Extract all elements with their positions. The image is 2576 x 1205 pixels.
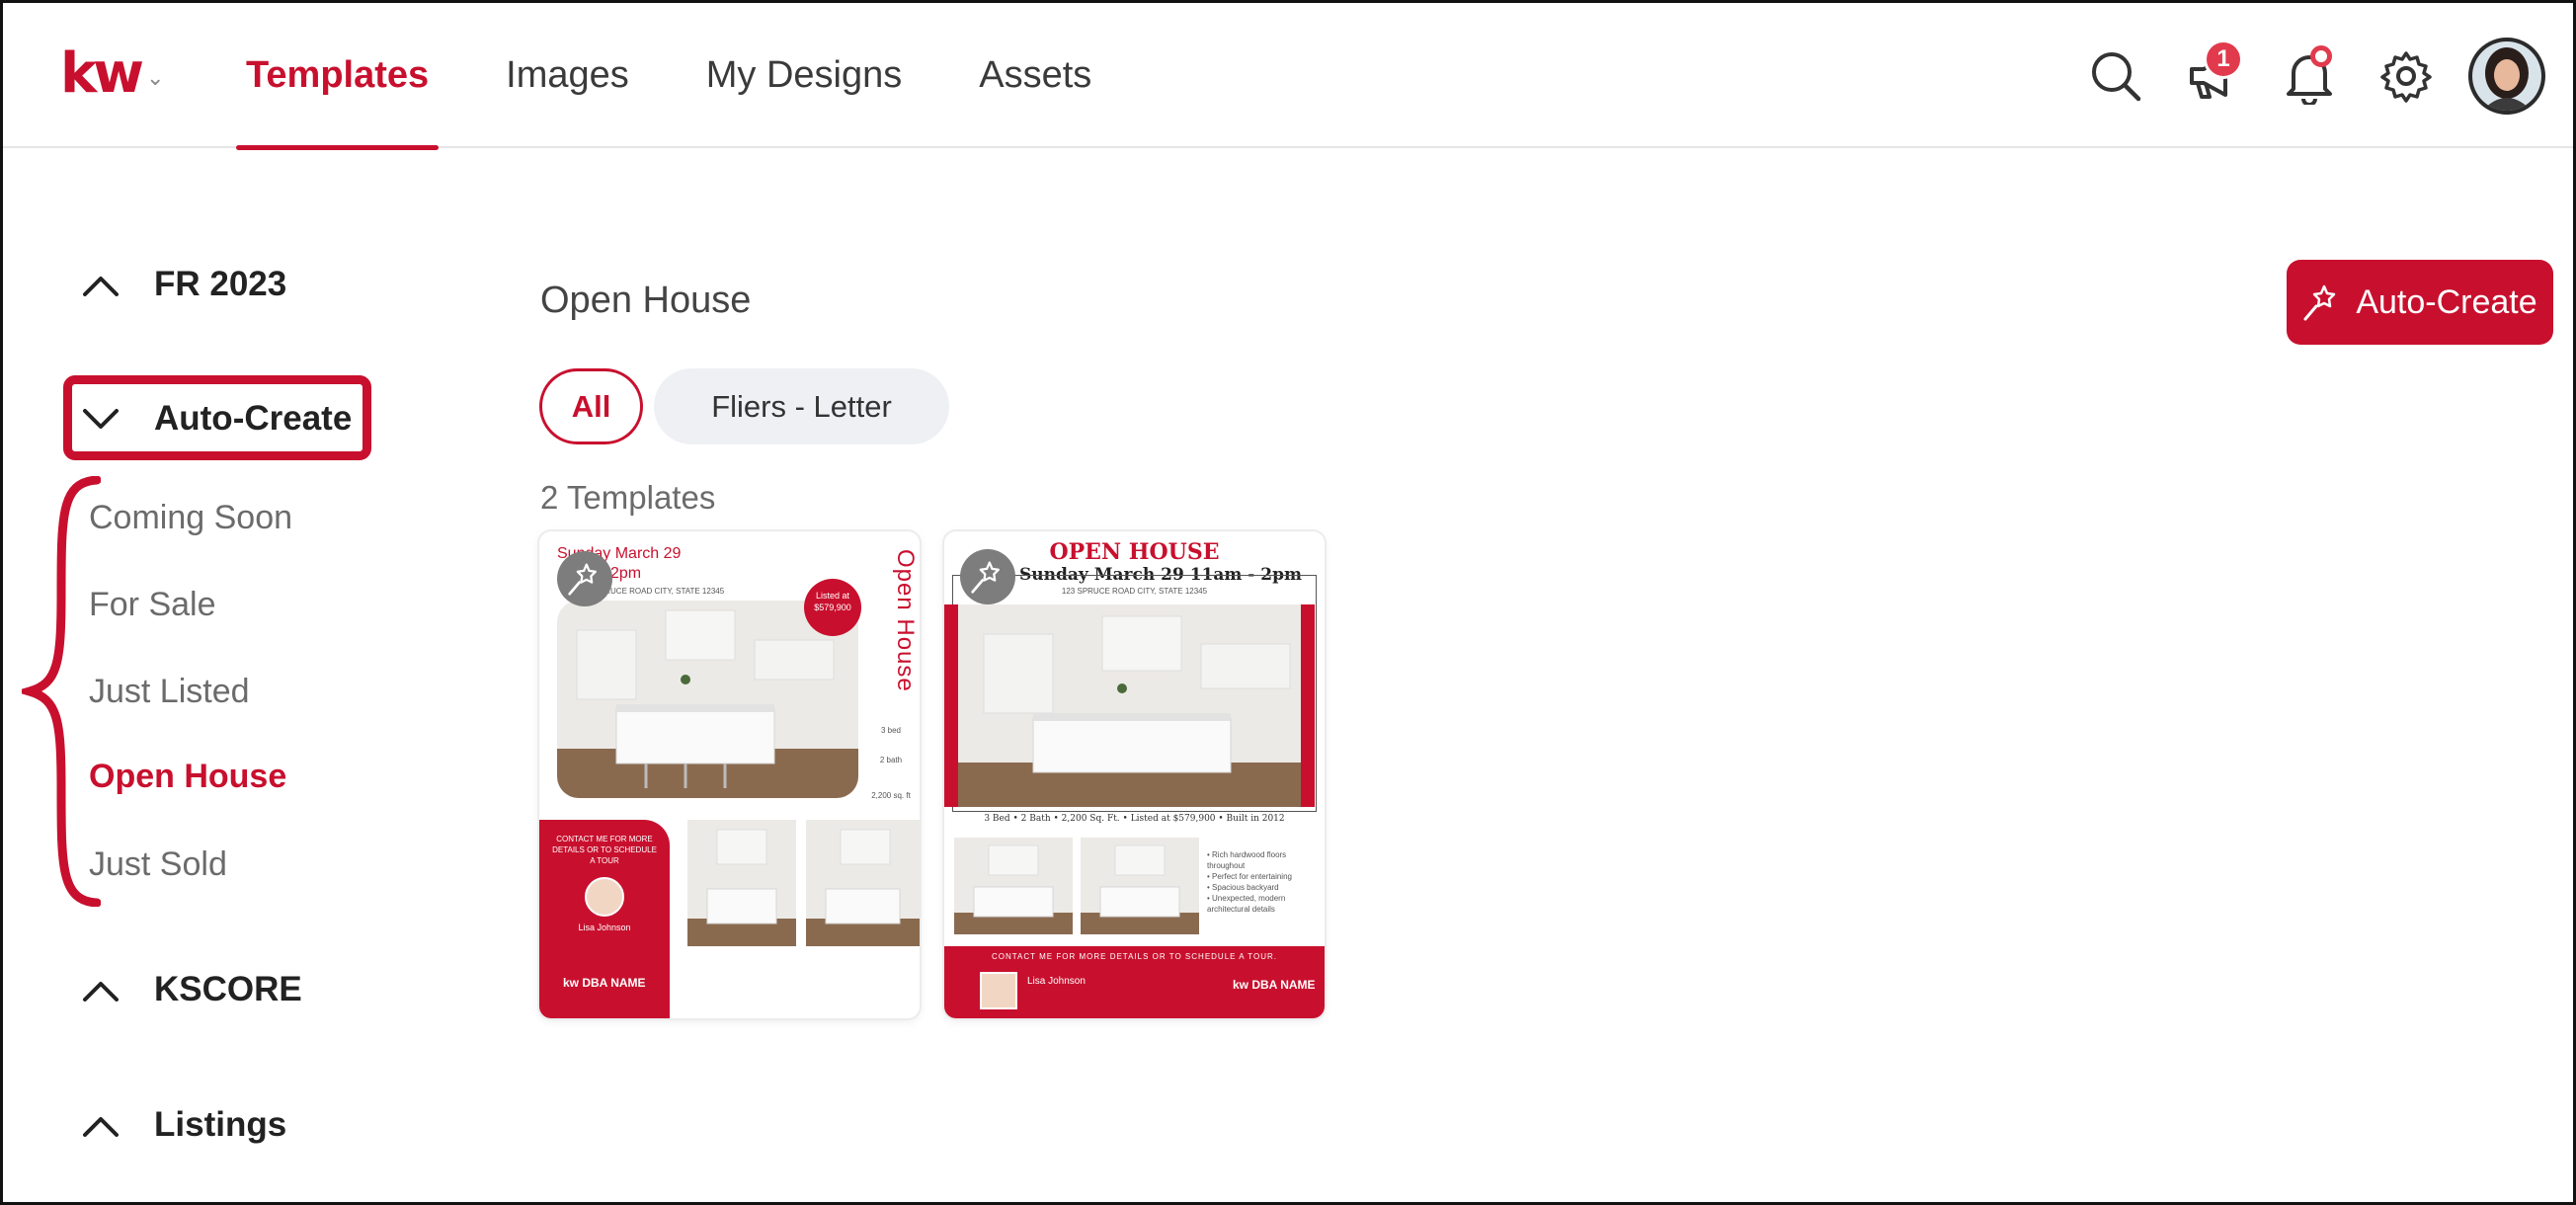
auto-create-button[interactable]: Auto-Create — [2287, 260, 2553, 345]
magic-wand-icon — [960, 549, 1015, 604]
kitchen-photo — [944, 604, 1315, 807]
sidebar-group-label: KSCORE — [154, 970, 302, 1008]
filter-chip-all[interactable]: All — [539, 368, 643, 444]
agent-name: Lisa Johnson — [578, 923, 631, 932]
feature-bullet: • Rich hardwood floors throughout — [1207, 850, 1287, 870]
sidebar-item-coming-soon[interactable]: Coming Soon — [89, 499, 292, 537]
chevron-down-icon: ⌄ — [145, 65, 165, 90]
header-actions: 1 — [2081, 3, 2573, 148]
user-avatar[interactable] — [2468, 37, 2545, 115]
sidebar-group-listings[interactable]: Listings — [81, 1105, 286, 1145]
filter-chip-fliers-letter[interactable]: Fliers - Letter — [654, 368, 949, 444]
kitchen-photo-small — [954, 838, 1073, 934]
contact-panel: CONTACT ME FOR MORE DETAILS OR TO SCHEDU… — [539, 820, 670, 1018]
sqft-label: 2,200 sq. ft — [871, 791, 911, 800]
notification-dot — [2310, 44, 2332, 67]
template-count: 2 Templates — [540, 479, 716, 516]
chevron-up-icon — [83, 277, 119, 296]
price-badge: Listed at $579,900 — [804, 579, 861, 636]
features-list: • Rich hardwood floors throughout • Perf… — [1207, 849, 1321, 915]
tab-images[interactable]: Images — [496, 3, 639, 148]
contact-bar: CONTACT ME FOR MORE DETAILS OR TO SCHEDU… — [944, 946, 1325, 1018]
price-badge-value: $579,900 — [814, 602, 851, 612]
kitchen-photo-small — [1081, 838, 1199, 934]
chevron-up-icon — [83, 982, 119, 1002]
baths-label: 2 bath — [879, 756, 903, 764]
feature-bullet: • Unexpected, modern architectural detai… — [1207, 894, 1286, 914]
agent-photo — [585, 877, 624, 917]
kw-logo-menu[interactable]: kw ⌄ — [60, 44, 164, 104]
chevron-down-icon — [83, 409, 119, 429]
sidebar-item-just-listed[interactable]: Just Listed — [89, 673, 250, 711]
sidebar-item-open-house[interactable]: Open House — [89, 758, 286, 796]
feature-bullet: • Perfect for entertaining — [1207, 872, 1292, 881]
gear-icon[interactable] — [2372, 41, 2441, 111]
sidebar-group-label: Listings — [154, 1105, 287, 1144]
main-nav: Templates Images My Designs Assets — [236, 3, 1159, 150]
template-card-1[interactable]: Sunday March 29 2pm 123 SPRUCE ROAD CITY… — [539, 531, 920, 1018]
sidebar-group-label: Auto-Create — [154, 399, 353, 438]
top-header: kw ⌄ Templates Images My Designs Assets … — [3, 3, 2573, 150]
bell-icon[interactable] — [2275, 41, 2344, 111]
kitchen-photo-small — [687, 820, 796, 946]
sidebar-item-just-sold[interactable]: Just Sold — [89, 845, 227, 884]
contact-text: CONTACT ME FOR MORE DETAILS OR TO SCHEDU… — [552, 835, 657, 865]
agent-photo — [980, 972, 1017, 1009]
contact-text: CONTACT ME FOR MORE DETAILS OR TO SCHEDU… — [991, 952, 1277, 961]
search-icon[interactable] — [2081, 41, 2150, 111]
beds-label: 3 bed — [880, 726, 902, 735]
tab-assets[interactable]: Assets — [969, 3, 1101, 148]
brand-name: kw DBA NAME — [563, 976, 646, 990]
price-badge-label: Listed at — [815, 591, 850, 601]
sidebar-item-for-sale[interactable]: For Sale — [89, 586, 216, 624]
announcement-badge: 1 — [2204, 39, 2243, 79]
kw-logo: kw — [60, 41, 144, 106]
auto-create-label: Auto-Create — [2356, 282, 2537, 321]
brand-name: kw DBA NAME — [1233, 978, 1316, 992]
sidebar-group-kscore[interactable]: KSCORE — [81, 970, 302, 1009]
magic-wand-icon — [2303, 284, 2336, 321]
kitchen-photo — [557, 601, 858, 798]
magic-wand-icon — [557, 551, 612, 606]
template-card-2[interactable]: OPEN HOUSE Sunday March 29 11am - 2pm 12… — [944, 531, 1325, 1018]
feature-bullet: • Spacious backyard — [1207, 883, 1279, 892]
sidebar-group-label: FR 2023 — [154, 265, 287, 303]
flyer-vertical-title: Open House — [892, 549, 919, 692]
megaphone-icon[interactable]: 1 — [2178, 39, 2247, 111]
kitchen-photo-small — [806, 820, 920, 946]
tab-templates[interactable]: Templates — [236, 3, 440, 150]
tab-my-designs[interactable]: My Designs — [696, 3, 913, 148]
flyer-time: 2pm — [610, 565, 642, 582]
agent-name: Lisa Johnson — [1027, 976, 1086, 987]
sidebar-group-auto-create[interactable]: Auto-Create — [81, 399, 352, 439]
sidebar-group-fr2023[interactable]: FR 2023 — [81, 265, 286, 304]
page-title: Open House — [540, 280, 752, 321]
chevron-up-icon — [83, 1117, 119, 1137]
features-line: 3 Bed • 2 Bath • 2,200 Sq. Ft. • Listed … — [984, 814, 1285, 824]
